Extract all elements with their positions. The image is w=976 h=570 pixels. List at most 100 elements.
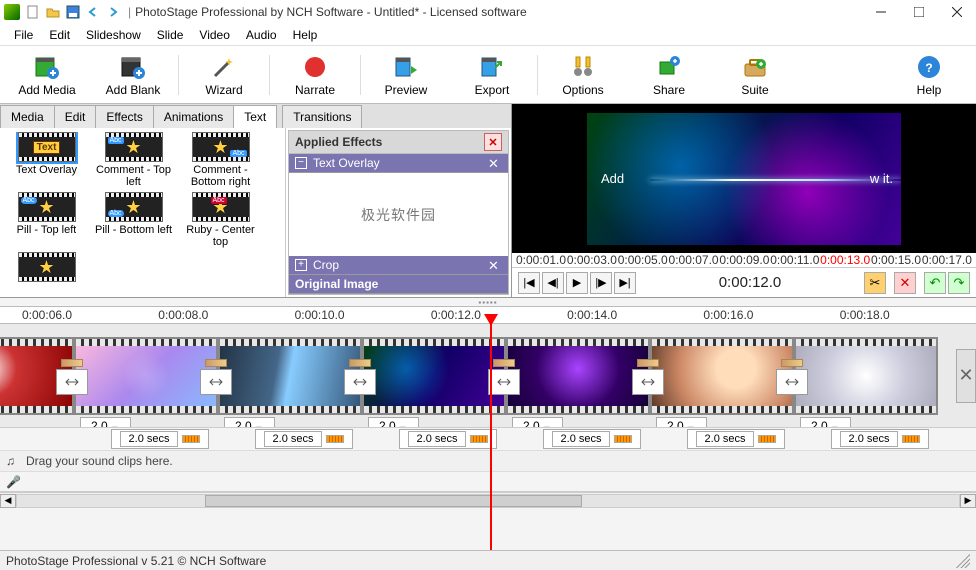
clip-duration[interactable]: 2.0▾	[368, 417, 419, 429]
clip-duration[interactable]: 2.0▾	[656, 417, 707, 429]
transition-handle[interactable]	[340, 359, 380, 395]
transition-handle[interactable]	[52, 359, 92, 395]
clip[interactable]: 2.0▾	[218, 337, 362, 415]
scroll-right-button[interactable]: ▶	[960, 494, 976, 508]
scroll-track[interactable]	[16, 494, 960, 508]
transition-duration[interactable]: 2.0 secs	[232, 429, 376, 449]
text-effect-browser: TextText Overlay Abc★Comment - Top left …	[0, 128, 286, 297]
clip-duration[interactable]: 2.0▾	[512, 417, 563, 429]
effect-grid[interactable]: TextText Overlay Abc★Comment - Top left …	[4, 132, 281, 293]
minimize-button[interactable]	[862, 0, 900, 24]
redo-button[interactable]: ↷	[948, 272, 970, 294]
add-media-button[interactable]: Add Media	[4, 48, 90, 102]
narration-track[interactable]: 🎤	[0, 472, 976, 492]
new-icon[interactable]	[24, 3, 42, 21]
transition-duration[interactable]: 2.0 secs	[664, 429, 808, 449]
effect-pill-top-left[interactable]: Abc★Pill - Top left	[4, 192, 89, 248]
menu-edit[interactable]: Edit	[41, 26, 78, 44]
video-track[interactable]: 2.0▾ 2.0▾ 2.0▾ 2.0▾ 2.0▾ 2.0▾	[0, 324, 976, 428]
tab-text[interactable]: Text	[233, 105, 277, 128]
remove-effect-icon[interactable]: ✕	[488, 156, 502, 170]
clip[interactable]: 2.0▾	[650, 337, 794, 415]
transition-handle[interactable]	[196, 359, 236, 395]
step-back-button[interactable]: ◀|	[542, 272, 564, 294]
effect-pill-bottom-left[interactable]: ★AbcPill - Bottom left	[91, 192, 176, 248]
splitter-grip[interactable]: ▪▪▪▪▪	[0, 298, 976, 306]
applied-effect-text-overlay[interactable]: − Text Overlay ✕	[289, 154, 508, 173]
menu-slideshow[interactable]: Slideshow	[78, 26, 149, 44]
wizard-button[interactable]: Wizard	[181, 48, 267, 102]
transition-duration[interactable]: 2.0 secs	[808, 429, 952, 449]
clip-duration[interactable]: 2.0▾	[224, 417, 275, 429]
delete-end-button[interactable]: ✕	[956, 349, 976, 403]
effect-comment-top-left[interactable]: Abc★Comment - Top left	[91, 132, 176, 188]
step-fwd-button[interactable]: |▶	[590, 272, 612, 294]
preview-ruler[interactable]: 0:00:01.0 0:00:03.0 0:00:05.0 0:00:07.0 …	[512, 253, 976, 267]
tab-media[interactable]: Media	[0, 105, 55, 128]
tab-transitions[interactable]: Transitions	[282, 105, 362, 128]
original-image-row[interactable]: Original Image	[289, 275, 508, 294]
transition-duration[interactable]: 2.0 secs	[376, 429, 520, 449]
menu-audio[interactable]: Audio	[238, 26, 285, 44]
menu-help[interactable]: Help	[285, 26, 326, 44]
preview-button[interactable]: Preview	[363, 48, 449, 102]
go-end-button[interactable]: ▶|	[614, 272, 636, 294]
clip[interactable]: 2.0▾	[0, 337, 74, 415]
transition-duration[interactable]: 2.0 secs	[520, 429, 664, 449]
add-blank-button[interactable]: Add Blank	[90, 48, 176, 102]
remove-effect-icon[interactable]: ✕	[488, 258, 502, 272]
help-button[interactable]: ?Help	[886, 48, 972, 102]
collapse-icon[interactable]: −	[295, 157, 307, 169]
applied-effect-crop[interactable]: + Crop ✕	[289, 256, 508, 275]
separator	[360, 55, 361, 95]
menu-slide[interactable]: Slide	[149, 26, 192, 44]
main-toolbar: Add Media Add Blank Wizard Narrate Previ…	[0, 46, 976, 104]
menu-video[interactable]: Video	[191, 26, 237, 44]
preview-viewport[interactable]: Add w it.	[512, 104, 976, 253]
playhead[interactable]	[490, 324, 492, 550]
share-button[interactable]: Share	[626, 48, 712, 102]
transition-duration[interactable]: 2.0 secs	[88, 429, 232, 449]
effect-preview-text: 极光软件园	[289, 173, 508, 256]
timeline-scrollbar[interactable]: ◀ ▶	[0, 492, 976, 508]
tab-edit[interactable]: Edit	[54, 105, 97, 128]
clip[interactable]: 2.0▾	[794, 337, 938, 415]
maximize-button[interactable]	[900, 0, 938, 24]
open-icon[interactable]	[44, 3, 62, 21]
effect-more[interactable]: ★	[4, 252, 89, 293]
undo-button[interactable]: ↶	[924, 272, 946, 294]
go-start-button[interactable]: |◀	[518, 272, 540, 294]
effect-ruby-center-top[interactable]: Abc★Ruby - Center top	[178, 192, 263, 248]
split-button[interactable]: ✂	[864, 272, 886, 294]
tab-animations[interactable]: Animations	[153, 105, 234, 128]
undo-icon[interactable]	[84, 3, 102, 21]
scroll-left-button[interactable]: ◀	[0, 494, 16, 508]
clip-duration[interactable]: 2.0▾	[80, 417, 131, 429]
resize-grip[interactable]	[956, 554, 970, 568]
effect-comment-bottom-right[interactable]: ★AbcComment - Bottom right	[178, 132, 263, 188]
redo-icon[interactable]	[104, 3, 122, 21]
play-button[interactable]: ▶	[566, 272, 588, 294]
tab-effects[interactable]: Effects	[95, 105, 153, 128]
delete-button[interactable]: ✕	[894, 272, 916, 294]
preview-overlay-text-left: Add	[601, 171, 624, 186]
scroll-thumb[interactable]	[205, 495, 582, 507]
close-button[interactable]	[938, 0, 976, 24]
menu-file[interactable]: File	[6, 26, 41, 44]
audio-track[interactable]: ♫ Drag your sound clips here.	[0, 450, 976, 472]
suite-button[interactable]: Suite	[712, 48, 798, 102]
transition-handle[interactable]	[628, 359, 668, 395]
expand-icon[interactable]: +	[295, 259, 307, 271]
applied-effects-panel: Applied Effects ✕ − Text Overlay ✕ 极光软件园…	[288, 130, 509, 295]
clip[interactable]: 2.0▾	[506, 337, 650, 415]
clip[interactable]: 2.0▾	[74, 337, 218, 415]
transition-handle[interactable]	[772, 359, 812, 395]
narrate-button[interactable]: Narrate	[272, 48, 358, 102]
clip-duration[interactable]: 2.0▾	[800, 417, 851, 429]
export-button[interactable]: Export	[449, 48, 535, 102]
close-panel-icon[interactable]: ✕	[484, 133, 502, 151]
save-icon[interactable]	[64, 3, 82, 21]
clip[interactable]: 2.0▾	[362, 337, 506, 415]
effect-text-overlay[interactable]: TextText Overlay	[4, 132, 89, 188]
options-button[interactable]: Options	[540, 48, 626, 102]
